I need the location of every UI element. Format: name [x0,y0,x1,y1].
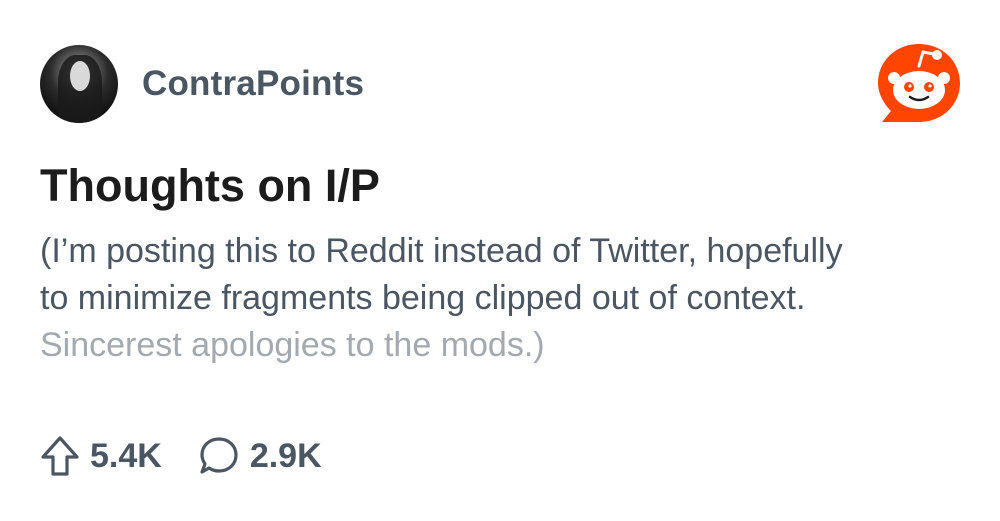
upvote-count: 5.4K [90,436,162,475]
author-username[interactable]: ContraPoints [142,64,364,104]
post-body-line: to minimize fragments being clipped out … [40,279,806,317]
post-body: (I’m posting this to Reddit instead of T… [40,228,960,369]
reddit-logo-icon [876,40,962,126]
reddit-snoo-icon [878,44,960,122]
comments-button[interactable]: 2.9K [198,435,322,477]
author-avatar[interactable] [40,45,118,123]
avatar-face [70,61,90,91]
comment-bubble-icon [200,437,238,474]
reddit-post-card: ContraPoints Thoughts on I/P (I’m postin… [0,0,1000,521]
post-body-line: (I’m posting this to Reddit instead of T… [40,232,843,270]
post-title[interactable]: Thoughts on I/P [40,158,380,214]
post-header: ContraPoints [40,44,364,124]
post-body-line-faded: Sincerest apologies to the mods.) [40,326,545,364]
upvote-button[interactable]: 5.4K [40,435,162,477]
post-footer: 5.4K 2.9K [40,432,358,480]
upvote-arrow-icon [41,436,79,476]
comment-count: 2.9K [249,436,322,475]
